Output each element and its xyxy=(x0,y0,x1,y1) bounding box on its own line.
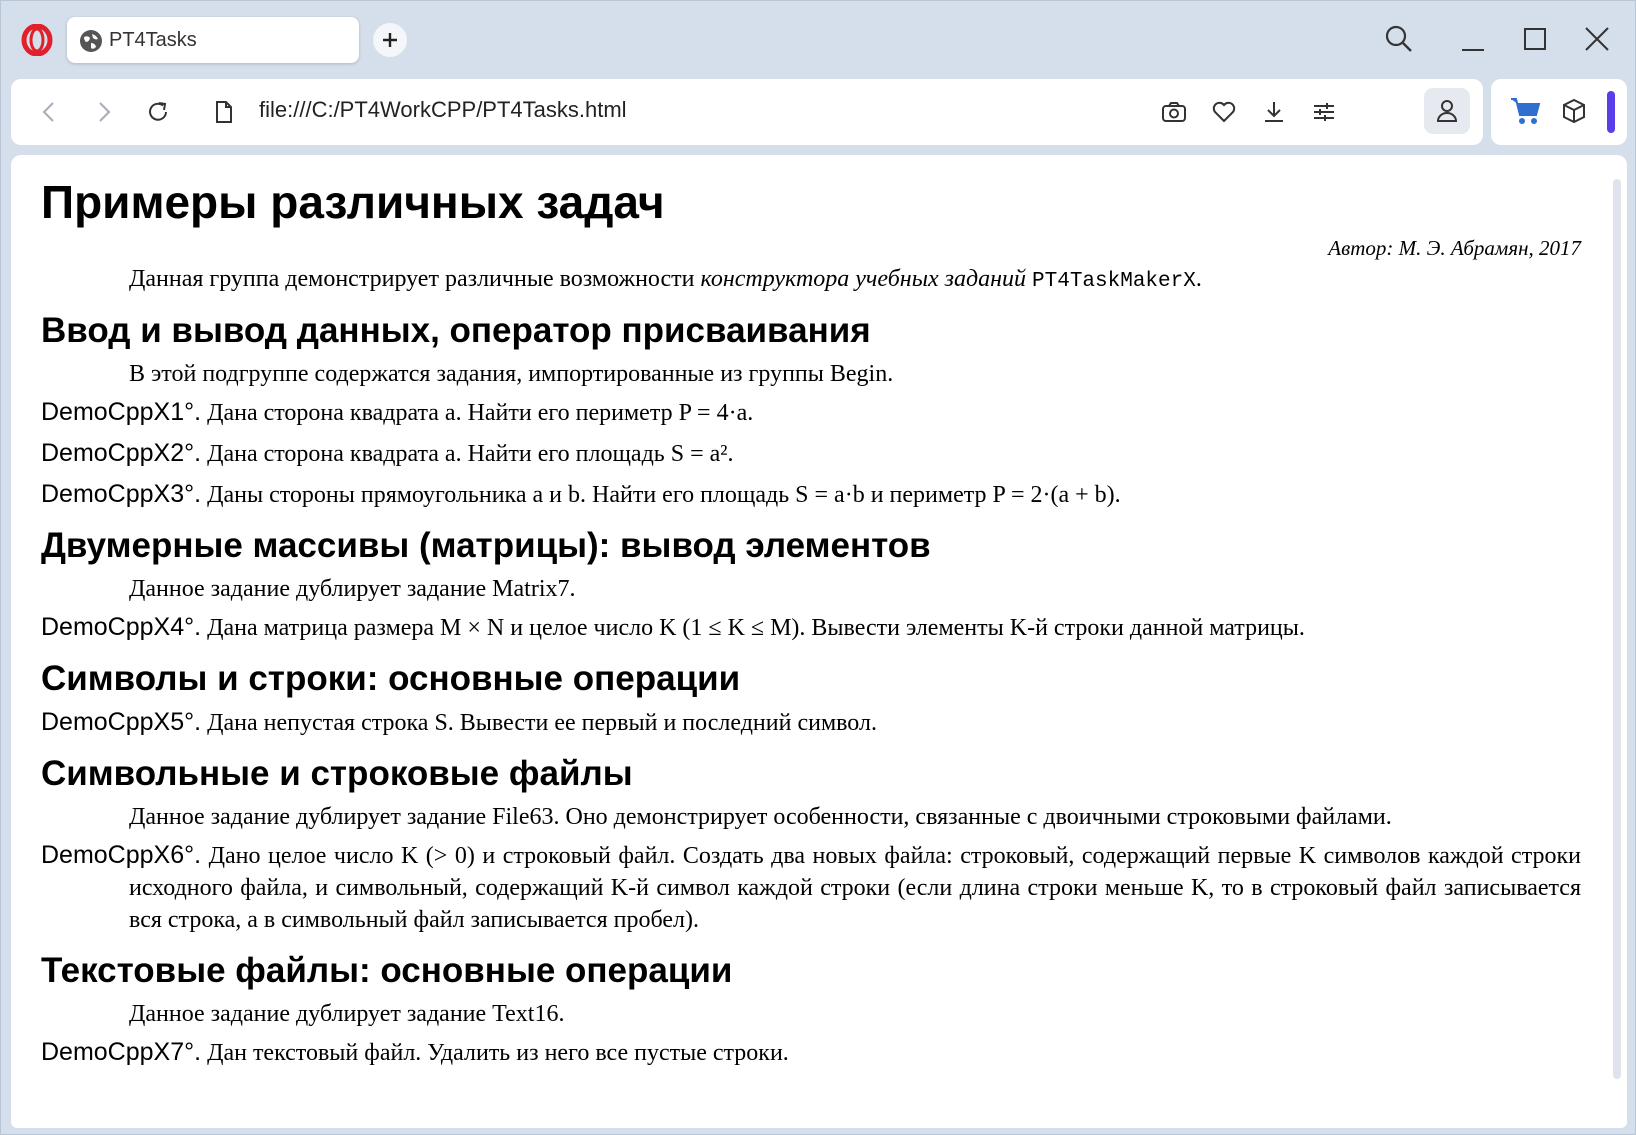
task-text: Даны стороны прямоугольника a и b. Найти… xyxy=(201,482,1121,508)
title-bar: PT4Tasks xyxy=(1,1,1636,77)
tab-title: PT4Tasks xyxy=(109,29,197,51)
tab-pt4tasks[interactable]: PT4Tasks xyxy=(67,17,359,63)
plus-icon xyxy=(383,33,397,47)
task-text: Дан текстовый файл. Удалить из него все … xyxy=(201,1040,789,1066)
task-text: Дана непустая строка S. Вывести ее первы… xyxy=(201,710,877,736)
section-note: Данное задание дублирует задание File63.… xyxy=(129,804,1392,830)
address-bar[interactable]: file:///C:/PT4WorkCPP/PT4Tasks.html xyxy=(259,97,627,123)
heart-icon[interactable] xyxy=(1211,99,1237,125)
task-text: Дана матрица размера M × N и целое число… xyxy=(201,615,1305,641)
search-icon[interactable] xyxy=(1383,23,1415,55)
task-name: DemoCppX7°. xyxy=(41,1038,202,1066)
document: Примеры различных задач Автор: М. Э. Абр… xyxy=(41,169,1581,1077)
section-note: Данное задание дублирует задание Text16. xyxy=(129,1001,565,1027)
task-item: DemoCppX4°. Дана матрица размера M × N и… xyxy=(41,611,1581,644)
section-heading: Двумерные массивы (матрицы): вывод элеме… xyxy=(41,526,931,565)
maximize-icon[interactable] xyxy=(1519,23,1551,55)
task-name: DemoCppX6°. xyxy=(41,841,202,869)
task-item: DemoCppX3°. Даны стороны прямоугольника … xyxy=(41,478,1581,511)
section-note: В этой подгруппе содержатся задания, имп… xyxy=(129,361,894,387)
globe-icon xyxy=(80,30,102,52)
page-viewport: Примеры различных задач Автор: М. Э. Абр… xyxy=(11,155,1627,1128)
task-name: DemoCppX4°. xyxy=(41,613,202,641)
new-tab-button[interactable] xyxy=(373,23,407,57)
section-heading: Текстовые файлы: основные операции xyxy=(41,951,733,990)
download-icon[interactable] xyxy=(1261,99,1287,125)
browser-window: PT4Tasks file:///C:/PT4WorkCPP/PT4Tasks.… xyxy=(0,0,1636,1135)
task-name: DemoCppX3°. xyxy=(41,480,202,508)
camera-icon[interactable] xyxy=(1161,99,1187,125)
scrollbar[interactable] xyxy=(1613,179,1621,1079)
settings-sliders-icon[interactable] xyxy=(1311,99,1337,125)
section-note: Данное задание дублирует задание Matrix7… xyxy=(129,576,576,602)
user-icon xyxy=(1436,100,1458,122)
task-item: DemoCppX5°. Дана непустая строка S. Выве… xyxy=(41,706,1581,739)
profile-button[interactable] xyxy=(1424,88,1470,134)
page-title: Примеры различных задач xyxy=(41,176,665,228)
reload-icon[interactable] xyxy=(145,99,171,125)
task-text: Дана сторона квадрата a. Найти его перим… xyxy=(201,400,754,426)
section-heading: Символьные и строковые файлы xyxy=(41,754,633,793)
author-line: Автор: М. Э. Абрамян, 2017 xyxy=(1328,236,1581,260)
cart-icon[interactable] xyxy=(1509,95,1543,127)
section-heading: Символы и строки: основные операции xyxy=(41,659,741,698)
task-name: DemoCppX1°. xyxy=(41,398,202,426)
section-heading: Ввод и вывод данных, оператор присваиван… xyxy=(41,311,871,350)
task-item: DemoCppX2°. Дана сторона квадрата a. Най… xyxy=(41,437,1581,470)
task-item: DemoCppX1°. Дана сторона квадрата a. Най… xyxy=(41,396,1581,429)
task-text: Дана сторона квадрата a. Найти его площа… xyxy=(201,441,734,467)
task-name: DemoCppX5°. xyxy=(41,708,202,736)
task-item: DemoCppX6°. Дано целое число K (> 0) и с… xyxy=(41,839,1581,936)
forward-icon[interactable] xyxy=(91,99,117,125)
extensions-bar xyxy=(1491,79,1627,145)
task-item: DemoCppX7°. Дан текстовый файл. Удалить … xyxy=(41,1036,1581,1069)
sidebar-accent-bar[interactable] xyxy=(1607,91,1615,133)
address-toolbar: file:///C:/PT4WorkCPP/PT4Tasks.html xyxy=(11,79,1483,145)
task-text: Дано целое число K (> 0) и строковый фай… xyxy=(129,843,1581,933)
sections: Ввод и вывод данных, оператор присваиван… xyxy=(41,304,1581,1069)
minimize-icon[interactable] xyxy=(1457,23,1489,55)
task-name: DemoCppX2°. xyxy=(41,439,202,467)
close-icon[interactable] xyxy=(1581,23,1613,55)
back-icon[interactable] xyxy=(37,99,63,125)
cube-icon[interactable] xyxy=(1561,98,1587,124)
opera-logo-icon[interactable] xyxy=(21,24,53,56)
intro-paragraph: Данная группа демонстрирует различные во… xyxy=(129,266,1202,293)
file-icon xyxy=(216,101,232,123)
